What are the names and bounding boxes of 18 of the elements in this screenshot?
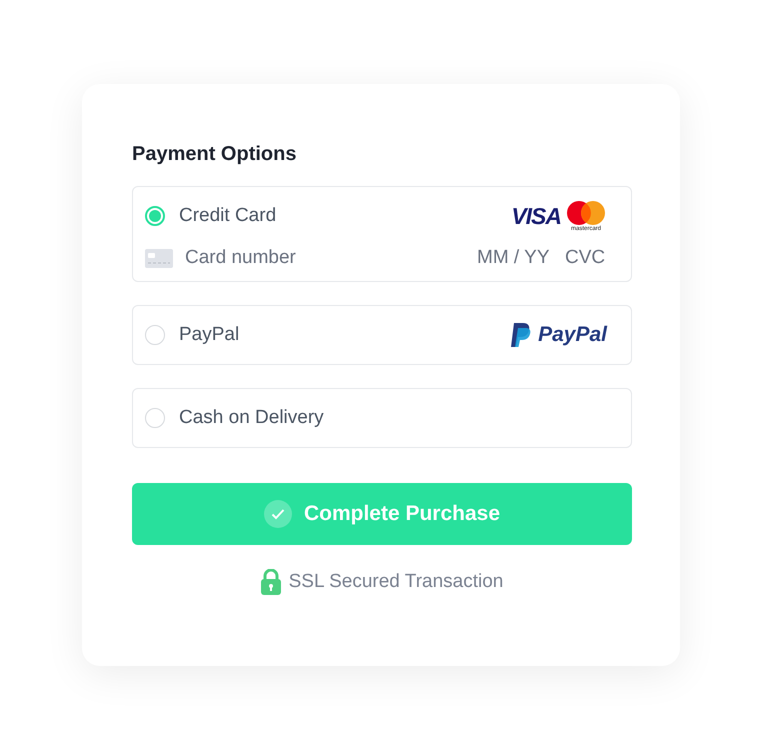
paypal-logo: PayPal xyxy=(510,322,607,348)
check-icon xyxy=(264,500,292,528)
card-number-field[interactable]: Card number xyxy=(185,247,477,269)
security-note: SSL Secured Transaction xyxy=(288,571,504,593)
cvc-field[interactable]: CVC xyxy=(565,247,607,269)
lock-icon xyxy=(260,569,281,595)
card-icon xyxy=(145,248,173,268)
option-label: PayPal xyxy=(179,324,240,346)
payment-option[interactable]: Cash on Delivery xyxy=(132,388,632,448)
section-title: Payment Options xyxy=(132,142,298,166)
expiry-field[interactable]: MM / YY xyxy=(477,247,555,269)
option-label: Cash on Delivery xyxy=(179,407,325,429)
radio-button[interactable] xyxy=(145,206,165,226)
payment-option[interactable]: PayPal PayPal xyxy=(132,305,632,365)
radio-button[interactable] xyxy=(145,325,165,345)
option-label: Credit Card xyxy=(179,205,278,227)
radio-button[interactable] xyxy=(145,408,165,428)
visa-logo: VISA xyxy=(511,202,561,230)
